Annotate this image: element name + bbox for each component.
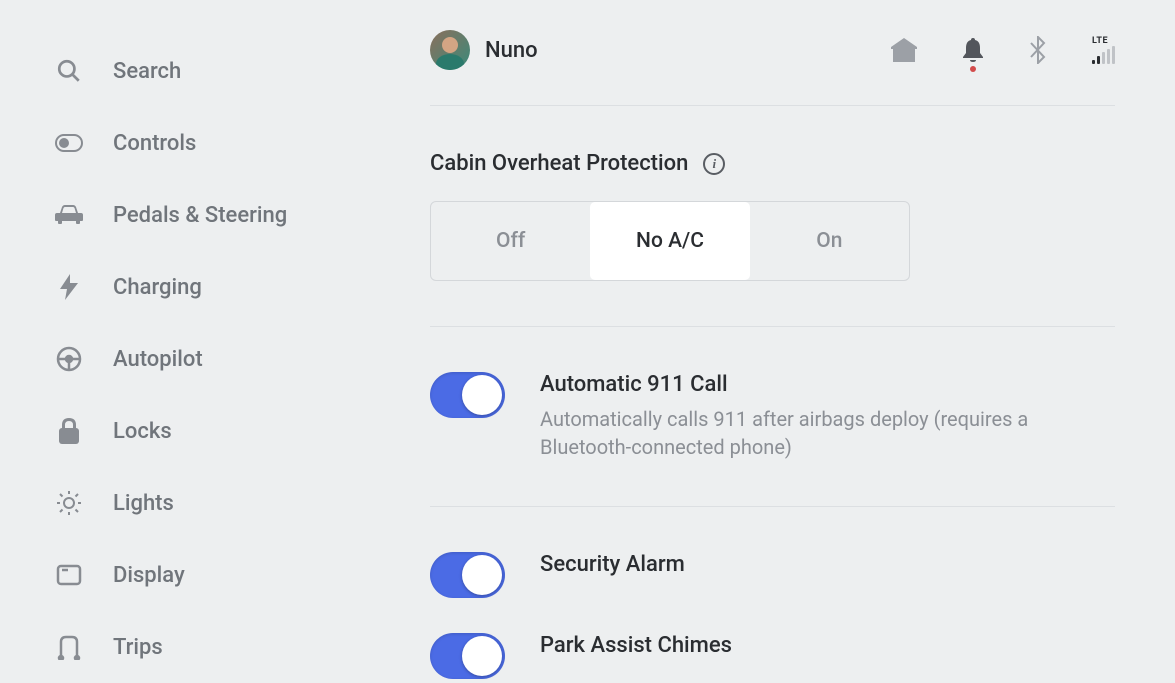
steering-wheel-icon xyxy=(55,345,83,373)
avatar xyxy=(430,30,470,70)
segment-noac[interactable]: No A/C xyxy=(590,202,749,280)
alarm-text: Security Alarm xyxy=(540,552,1115,585)
sidebar-item-label: Controls xyxy=(113,131,196,156)
alarm-toggle[interactable] xyxy=(430,552,505,598)
garage-icon[interactable] xyxy=(891,38,917,62)
username: Nuno xyxy=(485,38,538,63)
sidebar-item-label: Display xyxy=(113,563,185,588)
toggle-icon xyxy=(55,129,83,157)
header: Nuno LTE xyxy=(430,30,1115,105)
sidebar-item-label: Trips xyxy=(113,635,163,660)
section-header: Cabin Overheat Protection i xyxy=(430,151,1115,176)
parkassist-title: Park Assist Chimes xyxy=(540,633,1115,658)
signal-label: LTE xyxy=(1092,36,1108,46)
sidebar-item-label: Autopilot xyxy=(113,347,203,372)
auto911-row: Automatic 911 Call Automatically calls 9… xyxy=(430,372,1115,461)
signal-bars-icon xyxy=(1092,46,1115,64)
sidebar-item-autopilot[interactable]: Autopilot xyxy=(55,323,360,395)
sidebar-item-search[interactable]: Search xyxy=(55,35,360,107)
sidebar-item-label: Locks xyxy=(113,419,172,444)
sidebar-item-lights[interactable]: Lights xyxy=(55,467,360,539)
display-icon xyxy=(55,561,83,589)
sidebar-item-charging[interactable]: Charging xyxy=(55,251,360,323)
segment-off[interactable]: Off xyxy=(431,202,590,280)
alarm-row: Security Alarm xyxy=(430,552,1115,598)
auto911-toggle[interactable] xyxy=(430,372,505,418)
security-section: Security Alarm Park Assist Chimes xyxy=(430,507,1115,679)
auto911-section: Automatic 911 Call Automatically calls 9… xyxy=(430,327,1115,507)
sidebar-item-controls[interactable]: Controls xyxy=(55,107,360,179)
sidebar-item-label: Search xyxy=(113,59,181,84)
sidebar-item-label: Charging xyxy=(113,275,202,300)
bolt-icon xyxy=(55,273,83,301)
parkassist-text: Park Assist Chimes xyxy=(540,633,1115,666)
sidebar-item-pedals[interactable]: Pedals & Steering xyxy=(55,179,360,251)
overheat-section: Cabin Overheat Protection i Off No A/C O… xyxy=(430,106,1115,327)
auto911-text: Automatic 911 Call Automatically calls 9… xyxy=(540,372,1115,461)
sidebar-item-display[interactable]: Display xyxy=(55,539,360,611)
status-bar: LTE xyxy=(891,36,1115,64)
search-icon xyxy=(55,57,83,85)
parkassist-row: Park Assist Chimes xyxy=(430,633,1115,679)
parkassist-toggle[interactable] xyxy=(430,633,505,679)
notification-dot xyxy=(970,66,976,72)
info-icon[interactable]: i xyxy=(703,153,725,175)
bluetooth-icon[interactable] xyxy=(1029,36,1047,64)
segment-on[interactable]: On xyxy=(750,202,909,280)
bell-icon[interactable] xyxy=(962,38,984,62)
sidebar-item-label: Lights xyxy=(113,491,174,516)
route-icon xyxy=(55,633,83,661)
auto911-desc: Automatically calls 911 after airbags de… xyxy=(540,405,1115,461)
sidebar: Search Controls Pedals & Steering Chargi… xyxy=(0,0,400,661)
sidebar-item-label: Pedals & Steering xyxy=(113,203,287,228)
auto911-title: Automatic 911 Call xyxy=(540,372,1115,397)
overheat-title: Cabin Overheat Protection xyxy=(430,151,688,176)
overheat-segmented-control: Off No A/C On xyxy=(430,201,910,281)
light-icon xyxy=(55,489,83,517)
signal-indicator[interactable]: LTE xyxy=(1092,36,1115,64)
alarm-title: Security Alarm xyxy=(540,552,1115,577)
user-profile[interactable]: Nuno xyxy=(430,30,538,70)
lock-icon xyxy=(55,417,83,445)
car-icon xyxy=(55,201,83,229)
sidebar-item-locks[interactable]: Locks xyxy=(55,395,360,467)
sidebar-item-trips[interactable]: Trips xyxy=(55,611,360,683)
main-content: Nuno LTE Cabin Overheat Protection xyxy=(400,0,1175,661)
